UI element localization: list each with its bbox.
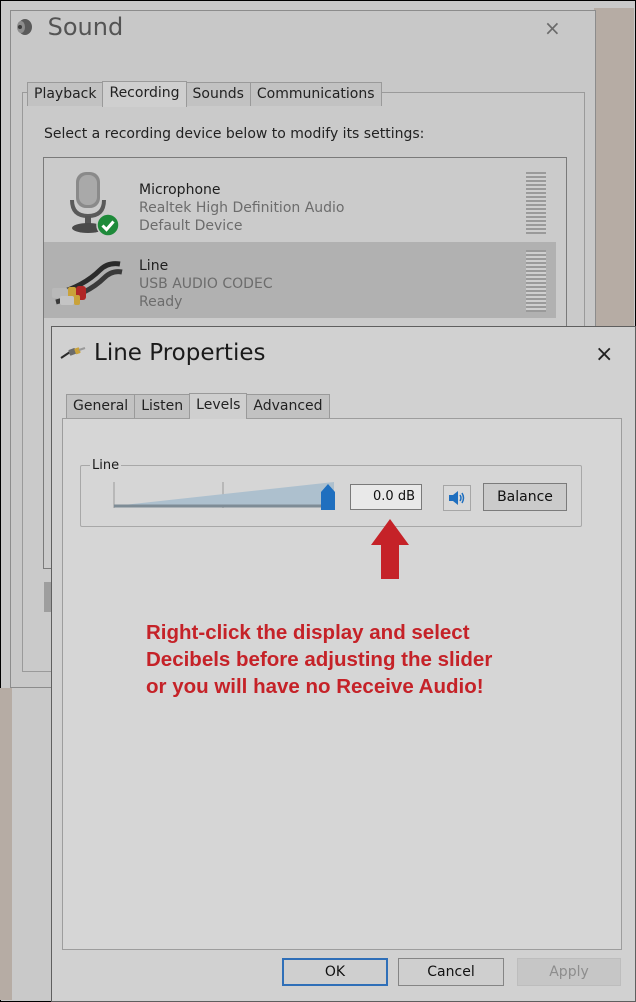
- sound-tab-strip: Playback Recording Sounds Communications: [27, 80, 382, 107]
- annotation-line: Right-click the display and select: [146, 621, 470, 644]
- tab-listen[interactable]: Listen: [134, 394, 191, 418]
- default-device-check-icon: [96, 213, 120, 241]
- line-properties-close-button[interactable]: ×: [595, 342, 613, 367]
- annotation-line: or you will have no Receive Audio!: [146, 675, 484, 698]
- recording-instruction: Select a recording device below to modif…: [44, 126, 425, 142]
- device-driver: USB AUDIO CODEC: [139, 276, 273, 292]
- annotation-arrow-icon: [371, 519, 409, 579]
- device-driver: Realtek High Definition Audio: [139, 200, 345, 216]
- device-status: Ready: [139, 294, 183, 310]
- tab-playback[interactable]: Playback: [27, 82, 104, 106]
- device-status: Default Device: [139, 218, 243, 234]
- level-meter: [526, 250, 546, 312]
- ok-button[interactable]: OK: [282, 958, 388, 986]
- balance-button[interactable]: Balance: [483, 483, 567, 511]
- tab-general[interactable]: General: [66, 394, 136, 418]
- device-name: Microphone: [139, 182, 221, 198]
- tab-levels[interactable]: Levels: [189, 393, 248, 419]
- slider-volume-ramp: [114, 482, 334, 506]
- sound-title-text: Sound: [47, 13, 124, 41]
- tab-sounds[interactable]: Sounds: [185, 82, 251, 106]
- rca-plug-icon: [60, 340, 86, 366]
- level-meter: [526, 172, 546, 234]
- line-level-group-label: Line: [90, 458, 122, 473]
- desktop-background-left: [0, 688, 12, 1000]
- annotation-line: Decibels before adjusting the slider: [146, 648, 493, 671]
- line-properties-title-text: Line Properties: [94, 340, 266, 366]
- rca-cable-icon: [50, 256, 126, 310]
- speaker-volume-icon: [447, 489, 467, 511]
- cancel-button[interactable]: Cancel: [398, 958, 504, 986]
- mute-button[interactable]: [443, 485, 471, 511]
- annotation-text: Right-click the display and select Decib…: [146, 619, 566, 700]
- sound-close-button[interactable]: ×: [544, 16, 561, 40]
- tab-advanced[interactable]: Advanced: [246, 394, 330, 418]
- device-name: Line: [139, 258, 169, 274]
- level-display[interactable]: 0.0 dB: [350, 484, 422, 510]
- device-microphone[interactable]: Microphone Realtek High Definition Audio…: [44, 164, 556, 240]
- speaker-icon: [14, 13, 42, 41]
- tab-recording[interactable]: Recording: [102, 81, 187, 107]
- line-properties-title: Line Properties: [60, 340, 265, 366]
- sound-window-title: Sound: [14, 13, 123, 41]
- apply-button[interactable]: Apply: [517, 958, 621, 986]
- line-properties-tab-strip: General Listen Levels Advanced: [66, 392, 330, 419]
- level-slider[interactable]: [110, 478, 346, 514]
- tab-communications[interactable]: Communications: [249, 82, 382, 106]
- device-line[interactable]: Line USB AUDIO CODEC Ready: [44, 242, 556, 318]
